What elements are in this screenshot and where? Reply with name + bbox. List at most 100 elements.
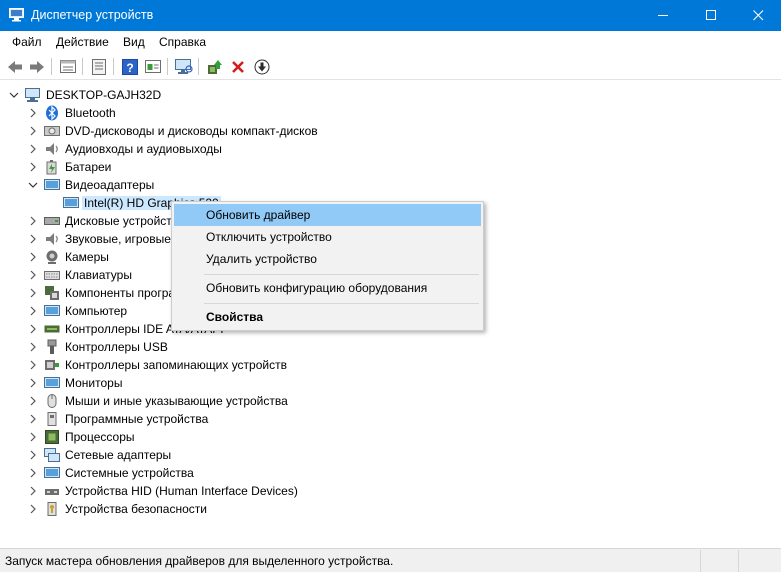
tree-item-monitors[interactable]: Мониторы — [0, 374, 300, 392]
help-icon: ? — [121, 58, 138, 75]
tree-item-storage-controllers[interactable]: Контроллеры запоминающих устройств — [0, 356, 400, 374]
chevron-right-icon[interactable] — [28, 162, 38, 172]
chevron-right-icon[interactable] — [28, 504, 38, 514]
chevron-right-icon[interactable] — [28, 378, 38, 388]
tree-item-batteries[interactable]: Батареи — [0, 158, 300, 176]
chevron-right-icon[interactable] — [28, 306, 38, 316]
minimize-icon — [657, 15, 668, 16]
chevron-right-icon[interactable] — [28, 216, 38, 226]
tree-item-label: Компьютер — [65, 304, 128, 318]
chevron-right-icon[interactable] — [28, 450, 38, 460]
help-button[interactable]: ? — [120, 57, 139, 76]
tree-item-label: Контроллеры запоминающих устройств — [65, 358, 287, 372]
close-icon — [752, 10, 763, 21]
chevron-right-icon[interactable] — [28, 270, 38, 280]
close-button[interactable] — [735, 0, 781, 31]
chevron-right-icon[interactable] — [28, 126, 38, 136]
hid-device-icon — [45, 489, 59, 495]
svg-text:?: ? — [126, 61, 133, 75]
tree-item-bluetooth[interactable]: Bluetooth — [0, 104, 300, 122]
chevron-right-icon[interactable] — [28, 324, 38, 334]
properties-list-icon — [59, 60, 76, 73]
tree-item-usb-controllers[interactable]: Контроллеры USB — [0, 338, 300, 356]
menu-item-update-driver[interactable]: Обновить драйвер — [174, 204, 481, 226]
tree-item-display-adapters[interactable]: Видеоадаптеры — [0, 176, 300, 194]
chevron-right-icon[interactable] — [28, 288, 38, 298]
properties-page-button[interactable] — [89, 57, 108, 76]
menu-file[interactable]: Файл — [12, 35, 42, 49]
remove-device-button[interactable] — [228, 57, 247, 76]
tree-item-system-devices[interactable]: Системные устройства — [0, 464, 300, 482]
network-adapter-icon — [44, 448, 60, 462]
security-device-icon — [47, 502, 57, 516]
system-device-icon — [44, 467, 60, 478]
window-title: Диспетчер устройств — [31, 8, 154, 22]
maximize-icon — [705, 10, 716, 20]
ide-controller-icon — [44, 325, 60, 333]
tree-root-label: DESKTOP-GAJH32D — [46, 88, 162, 102]
bluetooth-icon — [46, 105, 58, 121]
chevron-right-icon[interactable] — [28, 234, 38, 244]
tree-item-audio-io[interactable]: Аудиовходы и аудиовыходы — [0, 140, 400, 158]
chevron-right-icon[interactable] — [28, 360, 38, 370]
chevron-right-icon[interactable] — [28, 108, 38, 118]
tree-item-hid-devices[interactable]: Устройства HID (Human Interface Devices) — [0, 482, 400, 500]
tree-root[interactable]: DESKTOP-GAJH32D — [0, 86, 300, 104]
chevron-right-icon[interactable] — [28, 414, 38, 424]
scan-hardware-button[interactable] — [174, 57, 193, 76]
minimize-button[interactable] — [640, 0, 686, 31]
menu-item-scan-hardware[interactable]: Обновить конфигурацию оборудования — [174, 277, 481, 299]
chevron-down-icon[interactable] — [9, 90, 19, 100]
tree-item-label: Bluetooth — [65, 106, 116, 120]
display-adapter-icon — [44, 179, 60, 190]
context-menu: Обновить драйвер Отключить устройство Уд… — [171, 201, 484, 331]
menu-item-uninstall-device[interactable]: Удалить устройство — [174, 248, 481, 270]
menu-bar: Файл Действие Вид Справка — [0, 31, 781, 53]
tree-item-label: Устройства HID (Human Interface Devices) — [65, 484, 298, 498]
tree-item-label: Процессоры — [65, 430, 135, 444]
chevron-right-icon[interactable] — [28, 432, 38, 442]
update-driver-icon — [207, 59, 222, 74]
tree-item-software-devices[interactable]: Программные устройства — [0, 410, 400, 428]
tree-item-dvd[interactable]: DVD-дисководы и дисководы компакт-дисков — [0, 122, 400, 140]
monitor-scan-icon — [174, 58, 193, 74]
chevron-right-icon[interactable] — [28, 468, 38, 478]
menu-item-label: Обновить драйвер — [206, 208, 311, 222]
menu-item-disable-device[interactable]: Отключить устройство — [174, 226, 481, 248]
tree-item-processors[interactable]: Процессоры — [0, 428, 300, 446]
menu-action[interactable]: Действие — [56, 35, 109, 49]
tree-item-label: Батареи — [65, 160, 112, 174]
tree-item-security-devices[interactable]: Устройства безопасности — [0, 500, 400, 518]
computer-icon — [44, 305, 60, 316]
tree-item-label: Мыши и иные указывающие устройства — [65, 394, 288, 408]
download-driver-button[interactable] — [252, 57, 271, 76]
chevron-right-icon[interactable] — [28, 486, 38, 496]
usb-icon — [47, 339, 57, 354]
chevron-right-icon[interactable] — [28, 144, 38, 154]
status-text: Запуск мастера обновления драйверов для … — [5, 554, 394, 568]
tree-item-network-adapters[interactable]: Сетевые адаптеры — [0, 446, 300, 464]
tree-item-mice[interactable]: Мыши и иные указывающие устройства — [0, 392, 400, 410]
menu-view[interactable]: Вид — [123, 35, 145, 49]
view-icon — [144, 60, 161, 73]
chevron-right-icon[interactable] — [28, 342, 38, 352]
update-driver-button[interactable] — [205, 57, 224, 76]
back-arrow-icon — [7, 60, 22, 73]
properties-list-button[interactable] — [58, 57, 77, 76]
forward-button[interactable] — [27, 57, 46, 76]
chevron-right-icon[interactable] — [28, 252, 38, 262]
monitor-icon — [44, 377, 60, 388]
view-button[interactable] — [143, 57, 162, 76]
software-device-icon — [47, 412, 57, 426]
chevron-right-icon[interactable] — [28, 396, 38, 406]
menu-item-properties[interactable]: Свойства — [174, 306, 481, 328]
tree-item-label: Клавиатуры — [65, 268, 132, 282]
menu-separator — [204, 274, 479, 275]
chevron-down-icon[interactable] — [28, 180, 38, 190]
speaker-icon — [46, 143, 58, 155]
storage-controller-icon — [45, 360, 59, 370]
menu-help[interactable]: Справка — [159, 35, 206, 49]
battery-icon — [46, 160, 57, 175]
maximize-button[interactable] — [688, 0, 734, 31]
back-button[interactable] — [5, 57, 24, 76]
